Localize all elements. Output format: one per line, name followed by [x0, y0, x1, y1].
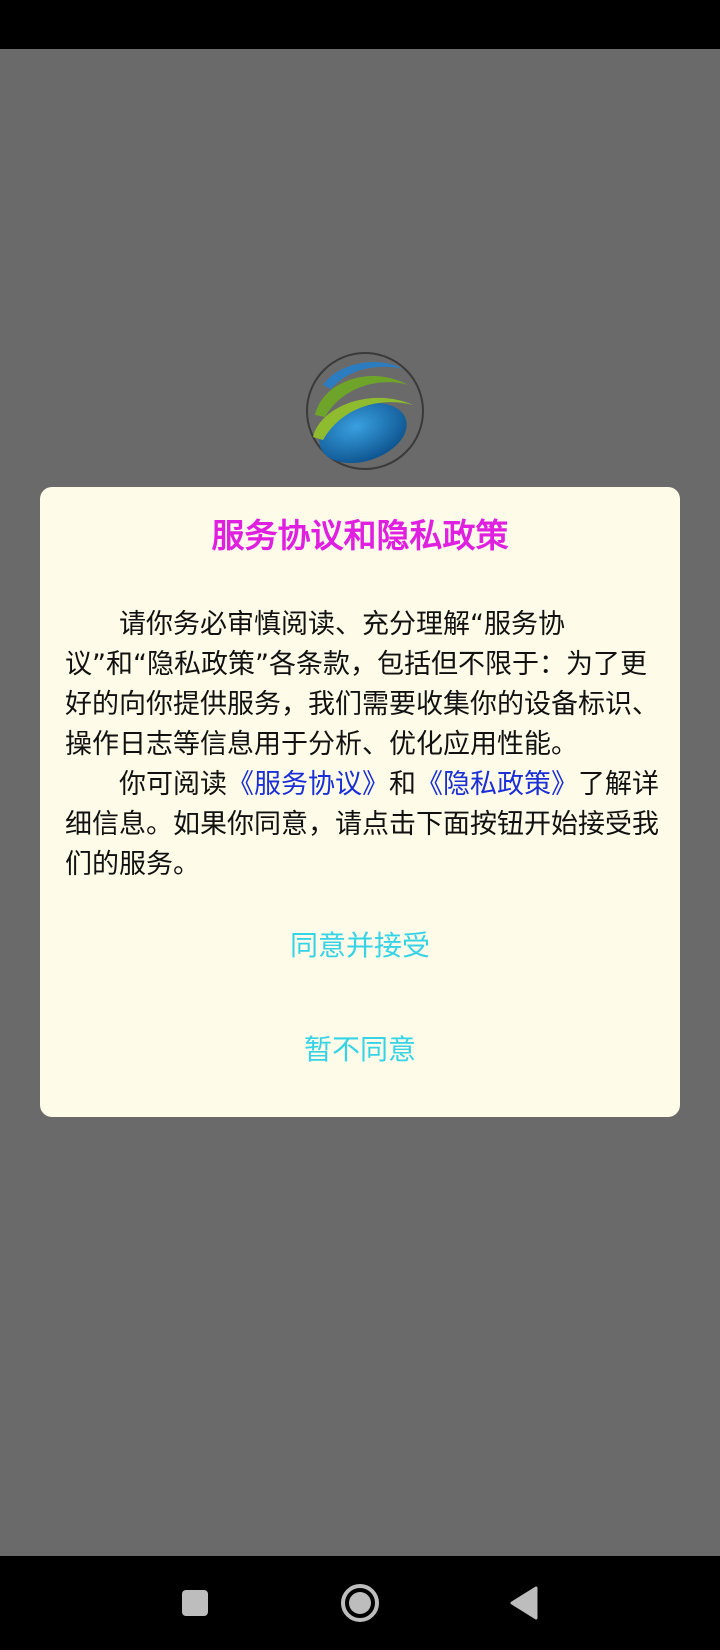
paragraph-2-and: 和 — [389, 769, 416, 800]
app-logo-icon — [303, 345, 425, 475]
dialog-body: 请你务必审慎阅读、充分理解“服务协议”和“隐私政策”各条款，包括但不限于：为了更… — [65, 605, 665, 885]
recent-apps-button[interactable] — [147, 1556, 243, 1650]
status-bar — [0, 0, 720, 49]
home-button[interactable] — [312, 1556, 408, 1650]
circle-icon — [341, 1584, 379, 1622]
privacy-policy-link[interactable]: 《隐私政策》 — [416, 769, 578, 800]
square-icon — [182, 1590, 208, 1616]
paragraph-2-prefix: 你可阅读 — [119, 769, 227, 800]
dialog-paragraph-1: 请你务必审慎阅读、充分理解“服务协议”和“隐私政策”各条款，包括但不限于：为了更… — [65, 609, 659, 760]
screen: 服务协议和隐私政策 请你务必审慎阅读、充分理解“服务协议”和“隐私政策”各条款，… — [0, 0, 720, 1650]
agree-button[interactable]: 同意并接受 — [40, 916, 680, 976]
service-agreement-link[interactable]: 《服务协议》 — [227, 769, 389, 800]
disagree-button[interactable]: 暂不同意 — [40, 1020, 680, 1080]
dialog-title: 服务协议和隐私政策 — [211, 516, 509, 555]
dialog-paragraph-2: 你可阅读《服务协议》和《隐私政策》了解详细信息。如果你同意，请点击下面按钮开始接… — [65, 765, 665, 885]
navigation-bar — [0, 1556, 720, 1650]
privacy-dialog: 服务协议和隐私政策 请你务必审慎阅读、充分理解“服务协议”和“隐私政策”各条款，… — [40, 487, 680, 1117]
back-button[interactable] — [476, 1556, 572, 1650]
triangle-back-icon — [510, 1586, 538, 1620]
